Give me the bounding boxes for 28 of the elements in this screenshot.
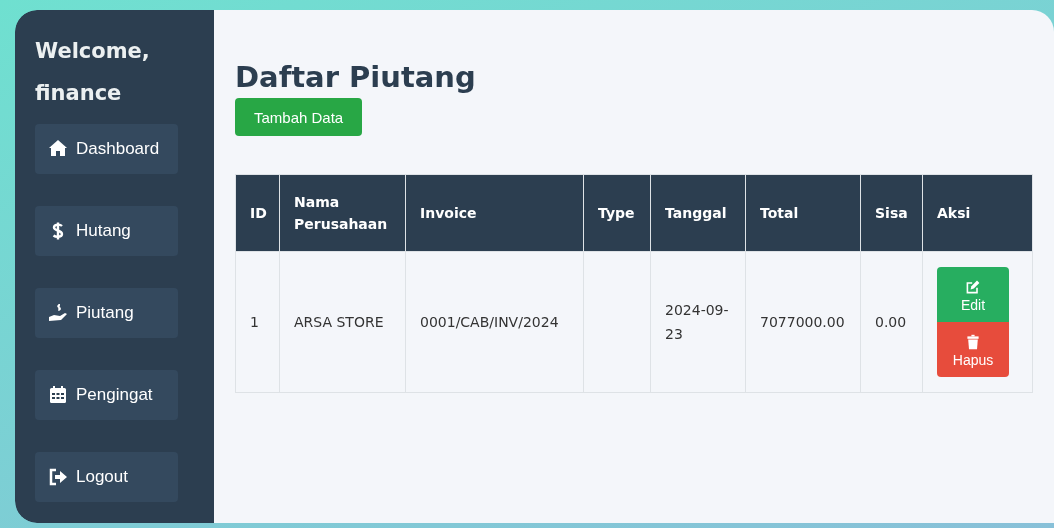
calendar-icon bbox=[48, 385, 68, 405]
table-cell: 7077000.00 bbox=[745, 251, 861, 393]
column-header: Invoice bbox=[405, 174, 584, 252]
table-cell: 1 bbox=[235, 251, 280, 393]
home-icon bbox=[48, 139, 68, 159]
column-header: ID bbox=[235, 174, 280, 252]
table-cell: 2024-09-23 bbox=[650, 251, 746, 393]
sidebar-item[interactable]: Pengingat bbox=[35, 370, 178, 420]
column-header: Type bbox=[583, 174, 651, 252]
column-header: Total bbox=[745, 174, 861, 252]
sidebar-item[interactable]: Piutang bbox=[35, 288, 178, 338]
table-cell: 0.00 bbox=[860, 251, 923, 393]
welcome-text: Welcome, finance bbox=[35, 38, 151, 107]
delete-button[interactable]: Hapus bbox=[937, 322, 1009, 377]
column-header: Nama Perusahaan bbox=[279, 174, 406, 252]
table-cell: 0001/CAB/INV/2024 bbox=[405, 251, 584, 393]
trash-icon bbox=[965, 333, 981, 350]
sidebar-item[interactable]: Hutang bbox=[35, 206, 178, 256]
column-header: Aksi bbox=[922, 174, 1033, 252]
table-cell: ARSA STORE bbox=[279, 251, 406, 393]
hand-coin-icon bbox=[48, 303, 68, 323]
logout-icon bbox=[48, 467, 68, 487]
edit-icon bbox=[965, 278, 981, 295]
page-title: Daftar Piutang bbox=[235, 60, 477, 94]
column-header: Tanggal bbox=[650, 174, 746, 252]
sidebar-item[interactable]: Dashboard bbox=[35, 124, 178, 174]
column-header: Sisa bbox=[860, 174, 923, 252]
sidebar-item[interactable]: Logout bbox=[35, 452, 178, 502]
